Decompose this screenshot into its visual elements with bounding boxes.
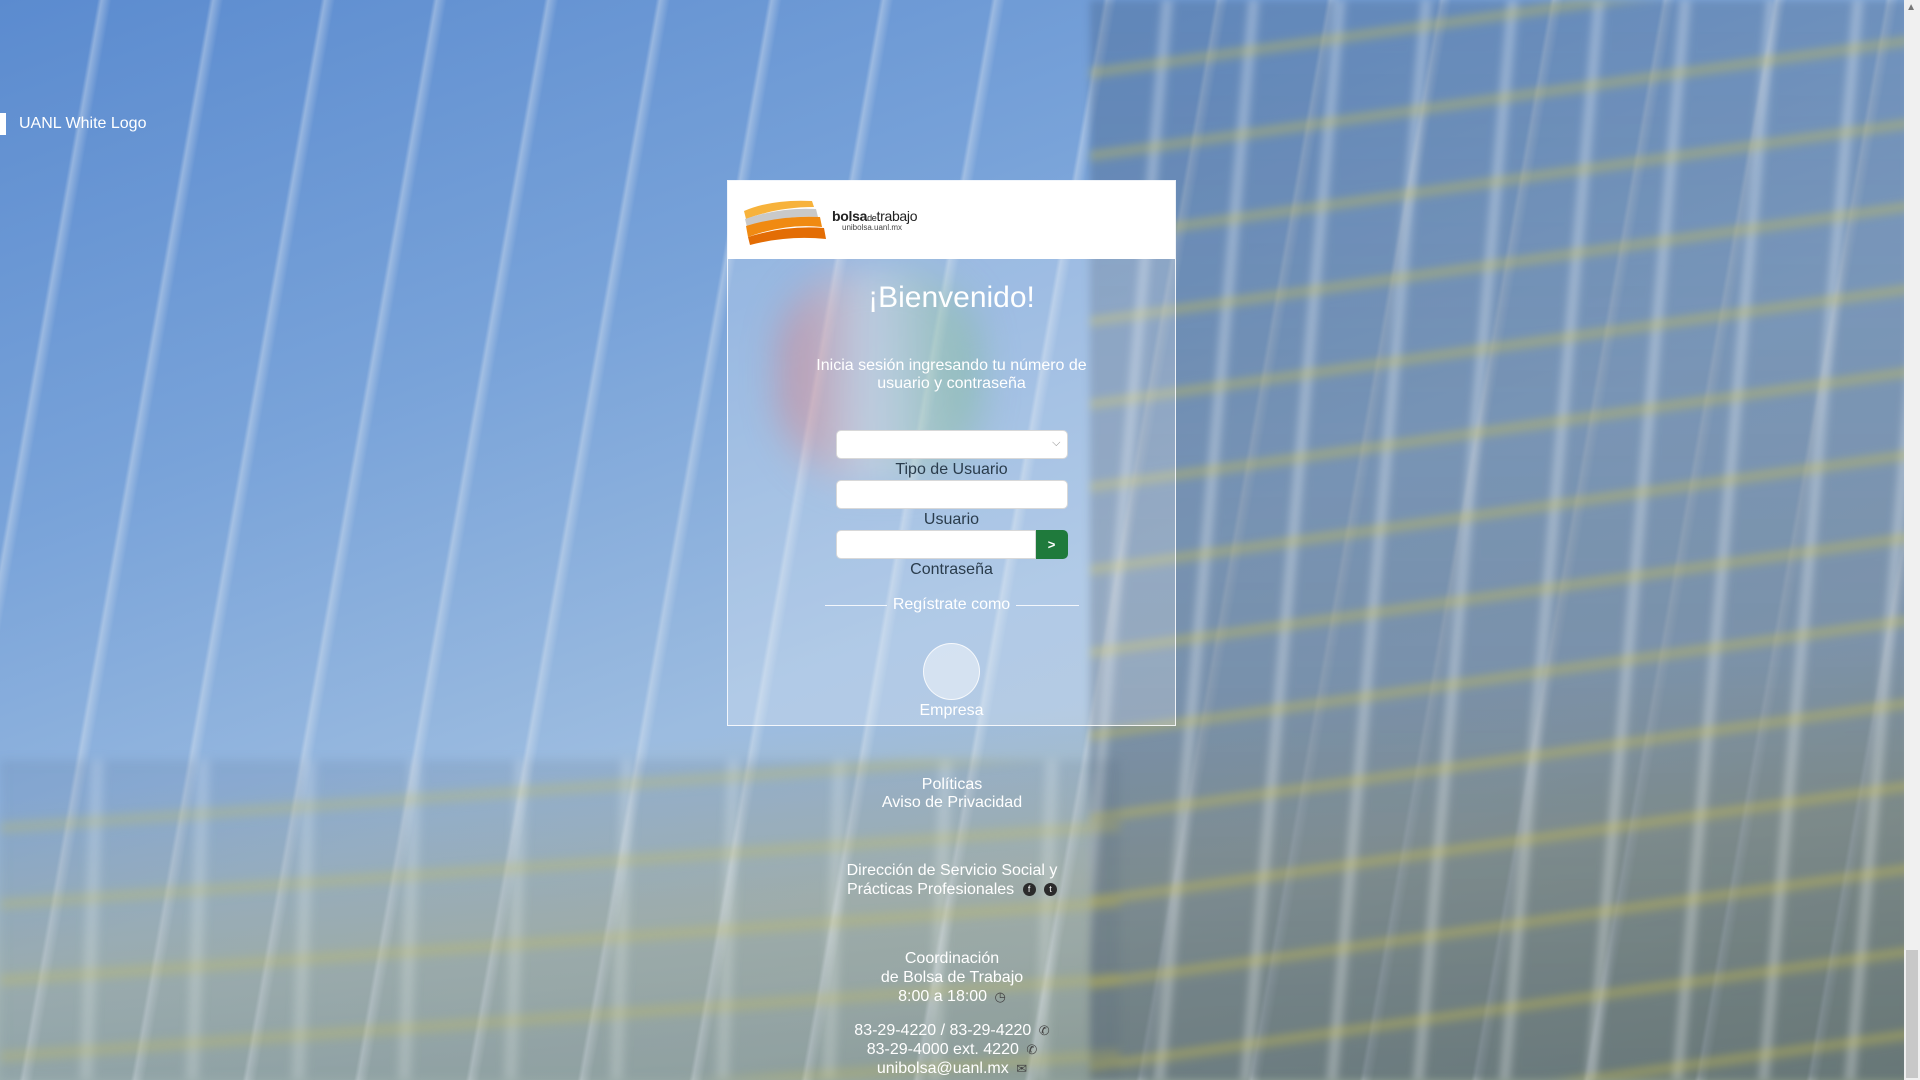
- scrollbar-thumb[interactable]: [1906, 950, 1918, 1078]
- department-line2: Prácticas Profesionales: [846, 881, 1015, 898]
- user-type-field: ⌵ Tipo de Usuario: [835, 430, 1068, 480]
- uanl-logo-alt-text: UANL White Logo: [19, 115, 147, 132]
- phone-numbers-2: 83-29-4000 ext. 4220: [866, 1041, 1019, 1058]
- clock-icon: ◷: [994, 989, 1006, 1004]
- phone-icon: ✆: [1026, 1042, 1038, 1057]
- login-card: bolsadetrabajo unibolsa.uanl.mx ¡Bienven…: [727, 180, 1176, 726]
- register-empresa-button[interactable]: [923, 643, 980, 700]
- register-as-label: Regístrate como: [892, 596, 1011, 613]
- uanl-logo[interactable]: UANL White Logo: [0, 112, 146, 136]
- email-link[interactable]: unibolsa@uanl.mx: [877, 1060, 1009, 1077]
- department-line1: Dirección de Servicio Social y: [846, 862, 1058, 879]
- user-input[interactable]: [835, 480, 1068, 509]
- password-input[interactable]: [835, 530, 1036, 559]
- register-empresa-label[interactable]: Empresa: [728, 702, 1175, 720]
- coordination-line2: de Bolsa de Trabajo: [880, 969, 1024, 986]
- mail-icon: ✉: [1016, 1061, 1028, 1076]
- footer-links: Políticas Aviso de Privacidad: [0, 776, 1904, 812]
- privacy-link[interactable]: Aviso de Privacidad: [0, 794, 1904, 812]
- office-hours: 8:00 a 18:00: [898, 988, 988, 1005]
- password-label: Contraseña: [910, 561, 993, 578]
- password-field: > Contraseña: [835, 530, 1068, 580]
- bolsa-trabajo-logo-icon: [744, 200, 826, 245]
- brand-text: bolsadetrabajo unibolsa.uanl.mx: [832, 207, 918, 232]
- department-info: Dirección de Servicio Social y Prácticas…: [0, 861, 1904, 899]
- background-building: [1090, 0, 1910, 1080]
- user-field: Usuario: [835, 480, 1068, 530]
- phone-icon: ✆: [1038, 1023, 1050, 1038]
- user-type-select[interactable]: ⌵: [835, 430, 1068, 459]
- coordination-line1: Coordinación: [904, 950, 1000, 967]
- login-submit-button[interactable]: >: [1035, 530, 1068, 559]
- card-header: bolsadetrabajo unibolsa.uanl.mx: [728, 181, 1175, 259]
- policies-link[interactable]: Políticas: [0, 776, 1904, 794]
- contact-info: 83-29-4220 / 83-29-4220 ✆ 83-29-4000 ext…: [0, 1021, 1904, 1078]
- scroll-up-arrow-icon[interactable]: ▲: [1906, 2, 1916, 13]
- facebook-icon[interactable]: f: [1022, 883, 1036, 897]
- login-instructions: Inicia sesión ingresando tu número de us…: [816, 357, 1087, 392]
- user-label: Usuario: [923, 511, 980, 528]
- logo-image-placeholder: [0, 113, 6, 135]
- phone-numbers-1: 83-29-4220 / 83-29-4220: [854, 1022, 1032, 1039]
- user-type-label: Tipo de Usuario: [895, 461, 1008, 478]
- chevron-down-icon: ⌵: [1052, 437, 1061, 449]
- page-scrollbar[interactable]: ▲: [1904, 0, 1920, 1080]
- coordination-info: Coordinación de Bolsa de Trabajo 8:00 a …: [0, 949, 1904, 1006]
- twitter-icon[interactable]: t: [1044, 883, 1058, 897]
- welcome-title: ¡Bienvenido!: [868, 281, 1035, 314]
- register-divider: Regístrate como: [824, 596, 1079, 614]
